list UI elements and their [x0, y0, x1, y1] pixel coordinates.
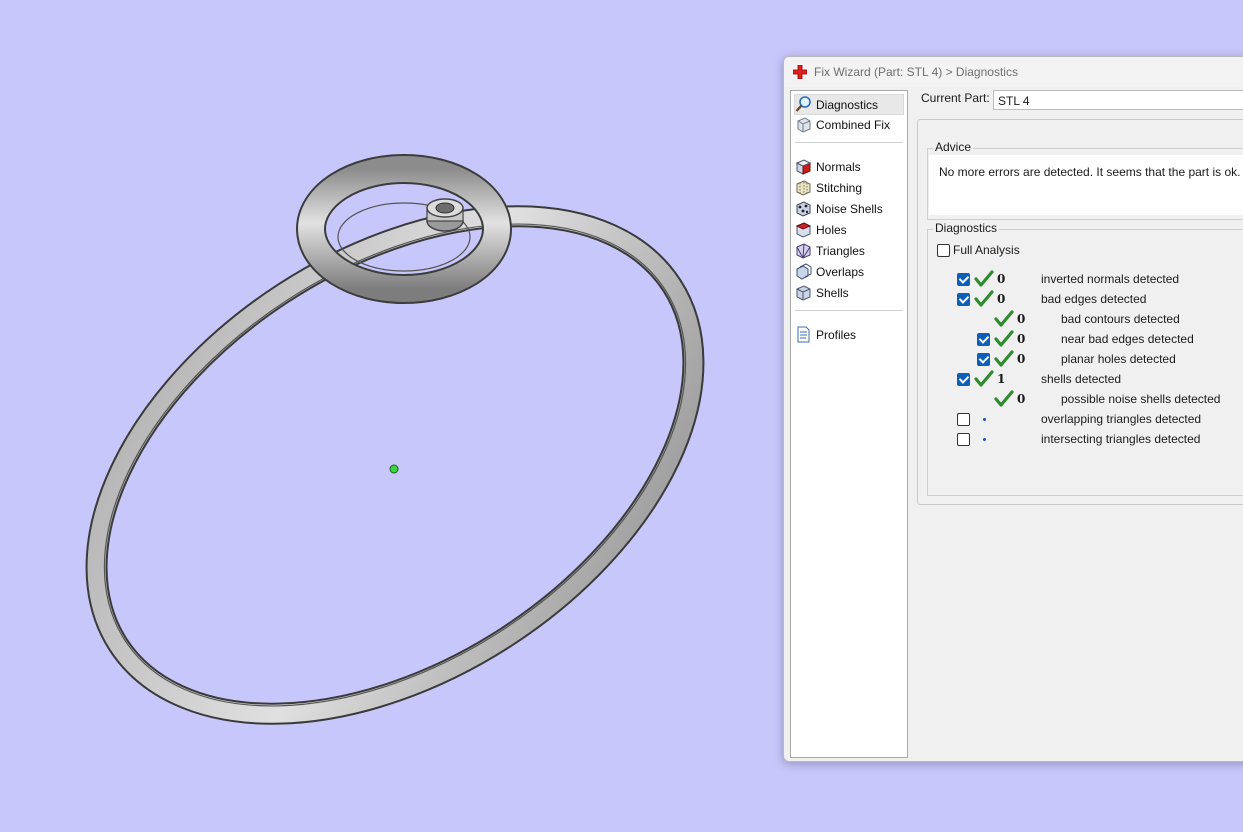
wizard-nav-list: Diagnostics Combined Fix Normals Stitchi… — [790, 90, 908, 758]
document-icon — [795, 326, 812, 343]
cube-red-face-icon — [795, 158, 812, 175]
nav-item-triangles[interactable]: Triangles — [795, 241, 865, 260]
3d-viewport[interactable] — [0, 0, 780, 832]
near-bad-edges-label: near bad edges detected — [1061, 332, 1194, 346]
planar-holes-checkbox[interactable] — [977, 353, 990, 366]
bad-contours-count: 0 — [1017, 312, 1026, 326]
noise-shells-icon — [795, 200, 812, 217]
inverted-normals-label: inverted normals detected — [1041, 272, 1180, 286]
shells-label: shells detected — [1041, 372, 1122, 386]
nav-item-shells[interactable]: Shells — [795, 283, 849, 302]
shells-icon — [795, 284, 812, 301]
window-title: Fix Wizard (Part: STL 4) > Diagnostics — [814, 65, 1018, 79]
advice-group-title: Advice — [933, 140, 974, 154]
title-bar[interactable]: Fix Wizard (Part: STL 4) > Diagnostics — [784, 57, 1243, 87]
diagnostics-group-title: Diagnostics — [933, 221, 1000, 235]
check-mark-icon — [994, 310, 1014, 327]
magnifier-icon — [795, 96, 812, 113]
bad-edges-label: bad edges detected — [1041, 292, 1147, 306]
intersecting-triangles-label: intersecting triangles detected — [1041, 432, 1201, 446]
diagnostics-panel: Advice No more errors are detected. It s… — [917, 119, 1243, 505]
bad-contours-label: bad contours detected — [1061, 312, 1180, 326]
nav-item-noise-shells[interactable]: Noise Shells — [795, 199, 883, 218]
current-part-label: Current Part: — [921, 91, 990, 105]
overlapping-triangles-checkbox[interactable] — [957, 413, 970, 426]
overlapping-triangles-label: overlapping triangles detected — [1041, 412, 1202, 426]
near-bad-edges-count: 0 — [1017, 332, 1026, 346]
nav-separator — [795, 310, 903, 311]
noise-shells-label: possible noise shells detected — [1061, 392, 1221, 406]
nav-item-normals[interactable]: Normals — [795, 157, 861, 176]
rotation-center-marker — [389, 464, 399, 474]
triangles-icon — [795, 242, 812, 259]
nav-item-stitching[interactable]: Stitching — [795, 178, 862, 197]
pending-dot-icon — [983, 438, 986, 441]
nav-item-holes[interactable]: Holes — [795, 220, 847, 239]
nav-item-profiles[interactable]: Profiles — [795, 325, 856, 344]
advice-text-area — [929, 155, 1243, 215]
shells-checkbox[interactable] — [957, 373, 970, 386]
advice-text: No more errors are detected. It seems th… — [939, 165, 1243, 179]
inverted-normals-count: 0 — [997, 272, 1006, 286]
near-bad-edges-checkbox[interactable] — [977, 333, 990, 346]
inverted-normals-checkbox[interactable] — [957, 273, 970, 286]
planar-holes-label: planar holes detected — [1061, 352, 1176, 366]
current-part-field[interactable]: STL 4 — [993, 90, 1243, 110]
check-mark-icon — [994, 330, 1014, 347]
bad-edges-count: 0 — [997, 292, 1006, 306]
planar-holes-count: 0 — [1017, 352, 1026, 366]
cube-icon — [795, 116, 812, 133]
check-mark-icon — [974, 290, 994, 307]
nav-separator — [795, 142, 903, 143]
check-mark-icon — [974, 270, 994, 287]
overlaps-icon — [795, 263, 812, 280]
check-mark-icon — [974, 370, 994, 387]
nav-item-combined-fix[interactable]: Combined Fix — [795, 115, 890, 134]
check-mark-icon — [994, 390, 1014, 407]
nav-item-overlaps[interactable]: Overlaps — [795, 262, 864, 281]
check-mark-icon — [994, 350, 1014, 367]
red-cross-icon — [792, 64, 808, 80]
fix-wizard-dialog: Fix Wizard (Part: STL 4) > Diagnostics D… — [783, 56, 1243, 762]
bracelet-model — [85, 154, 705, 725]
pending-dot-icon — [983, 418, 986, 421]
cube-hole-icon — [795, 221, 812, 238]
bad-edges-checkbox[interactable] — [957, 293, 970, 306]
shells-count: 1 — [997, 372, 1006, 386]
intersecting-triangles-checkbox[interactable] — [957, 433, 970, 446]
full-analysis-checkbox[interactable] — [937, 244, 950, 257]
full-analysis-label: Full Analysis — [953, 243, 1020, 257]
noise-shells-count: 0 — [1017, 392, 1026, 406]
nav-item-diagnostics[interactable]: Diagnostics — [794, 94, 904, 115]
cube-stitch-icon — [795, 179, 812, 196]
